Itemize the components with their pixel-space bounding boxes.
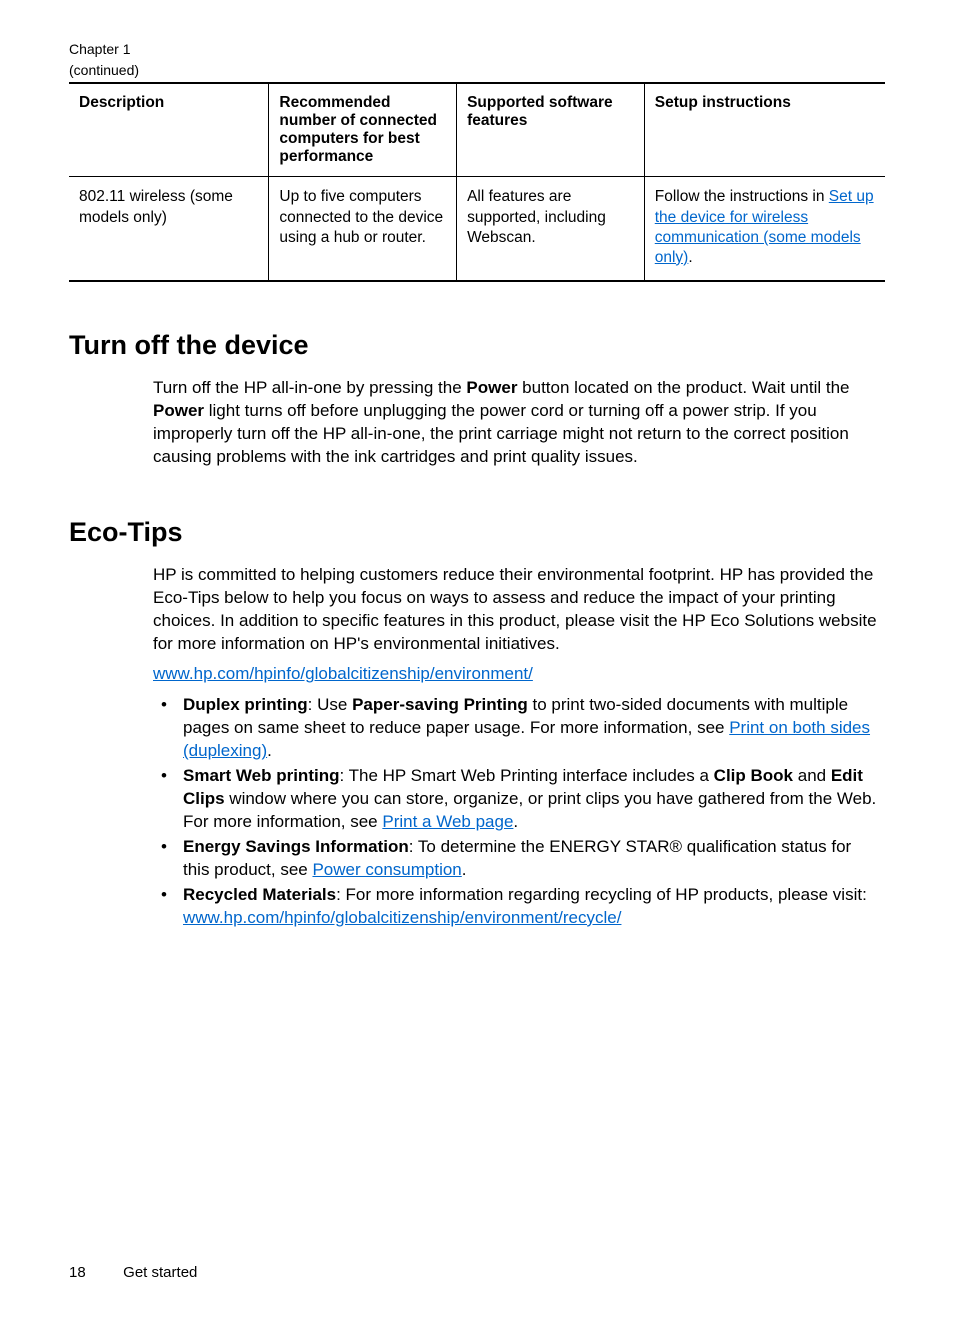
environment-link[interactable]: www.hp.com/hpinfo/globalcitizenship/envi… bbox=[153, 664, 533, 683]
setup-text-pre: Follow the instructions in bbox=[655, 188, 829, 205]
chapter-label: Chapter 1 bbox=[69, 40, 885, 58]
footer-section: Get started bbox=[123, 1264, 197, 1281]
table-row: 802.11 wireless (some models only) Up to… bbox=[69, 177, 885, 280]
continued-label: (continued) bbox=[69, 61, 885, 79]
setup-text-post: . bbox=[688, 249, 692, 266]
recycle-link[interactable]: www.hp.com/hpinfo/globalcitizenship/envi… bbox=[183, 908, 621, 927]
header-description: Description bbox=[69, 84, 269, 177]
cell-setup: Follow the instructions in Set up the de… bbox=[644, 177, 885, 280]
list-item: Energy Savings Information: To determine… bbox=[153, 836, 881, 882]
header-features: Supported software features bbox=[457, 84, 645, 177]
network-table: Description Recommended number of connec… bbox=[69, 82, 885, 282]
cell-description: 802.11 wireless (some models only) bbox=[69, 177, 269, 280]
list-item: Smart Web printing: The HP Smart Web Pri… bbox=[153, 765, 881, 834]
web-page-link[interactable]: Print a Web page bbox=[382, 812, 513, 831]
header-recommended: Recommended number of connected computer… bbox=[269, 84, 457, 177]
cell-recommended: Up to five computers connected to the de… bbox=[269, 177, 457, 280]
table-header-row: Description Recommended number of connec… bbox=[69, 84, 885, 177]
page-footer: 18 Get started bbox=[69, 1264, 197, 1281]
heading-eco-tips: Eco-Tips bbox=[69, 517, 885, 548]
eco-tips-list: Duplex printing: Use Paper-saving Printi… bbox=[153, 694, 881, 929]
heading-turn-off: Turn off the device bbox=[69, 330, 885, 361]
power-consumption-link[interactable]: Power consumption bbox=[312, 860, 461, 879]
list-item: Recycled Materials: For more information… bbox=[153, 884, 881, 930]
header-setup: Setup instructions bbox=[644, 84, 885, 177]
list-item: Duplex printing: Use Paper-saving Printi… bbox=[153, 694, 881, 763]
turn-off-paragraph: Turn off the HP all-in-one by pressing t… bbox=[153, 377, 881, 469]
cell-features: All features are supported, including We… bbox=[457, 177, 645, 280]
page-number: 18 bbox=[69, 1264, 119, 1281]
eco-intro: HP is committed to helping customers red… bbox=[153, 564, 881, 656]
